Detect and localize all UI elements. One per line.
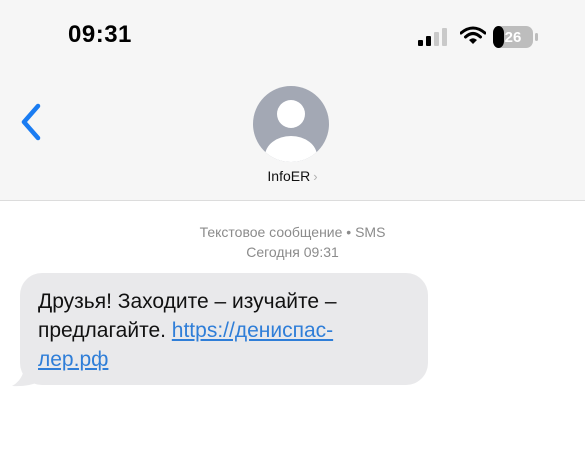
message-line-1: Друзья! Заходите – изучайте –	[38, 290, 337, 313]
contact-avatar[interactable]	[253, 86, 329, 162]
conversation-meta: Текстовое сообщение • SMS Сегодня 09:31	[0, 222, 585, 262]
message-line-3: лер.рф	[38, 345, 418, 374]
message-link[interactable]: https://дениспас-	[172, 319, 333, 342]
contact-name: InfoER	[267, 168, 311, 184]
message-text: Друзья! Заходите – изучайте – предлагайт…	[38, 287, 418, 374]
battery-level: 26	[505, 29, 522, 46]
battery-icon: 26	[493, 26, 538, 48]
back-button[interactable]	[12, 100, 52, 144]
contact-name-row[interactable]: InfoER ›	[0, 168, 585, 184]
message-timestamp: Сегодня 09:31	[246, 244, 339, 260]
status-icons: 26	[418, 25, 543, 49]
message-text-part: предлагайте.	[38, 319, 172, 342]
wifi-icon	[460, 26, 486, 44]
message-line-2: предлагайте. https://дениспас-	[38, 316, 418, 345]
status-time: 09:31	[68, 21, 132, 48]
signal-icon	[418, 28, 447, 46]
chevron-right-icon: ›	[313, 169, 318, 184]
message-type-label: Текстовое сообщение • SMS	[199, 224, 386, 240]
nav-header: 09:31 26 InfoER ›	[0, 0, 585, 201]
message-link-continued[interactable]: лер.рф	[38, 348, 108, 371]
chevron-left-icon	[21, 103, 41, 141]
